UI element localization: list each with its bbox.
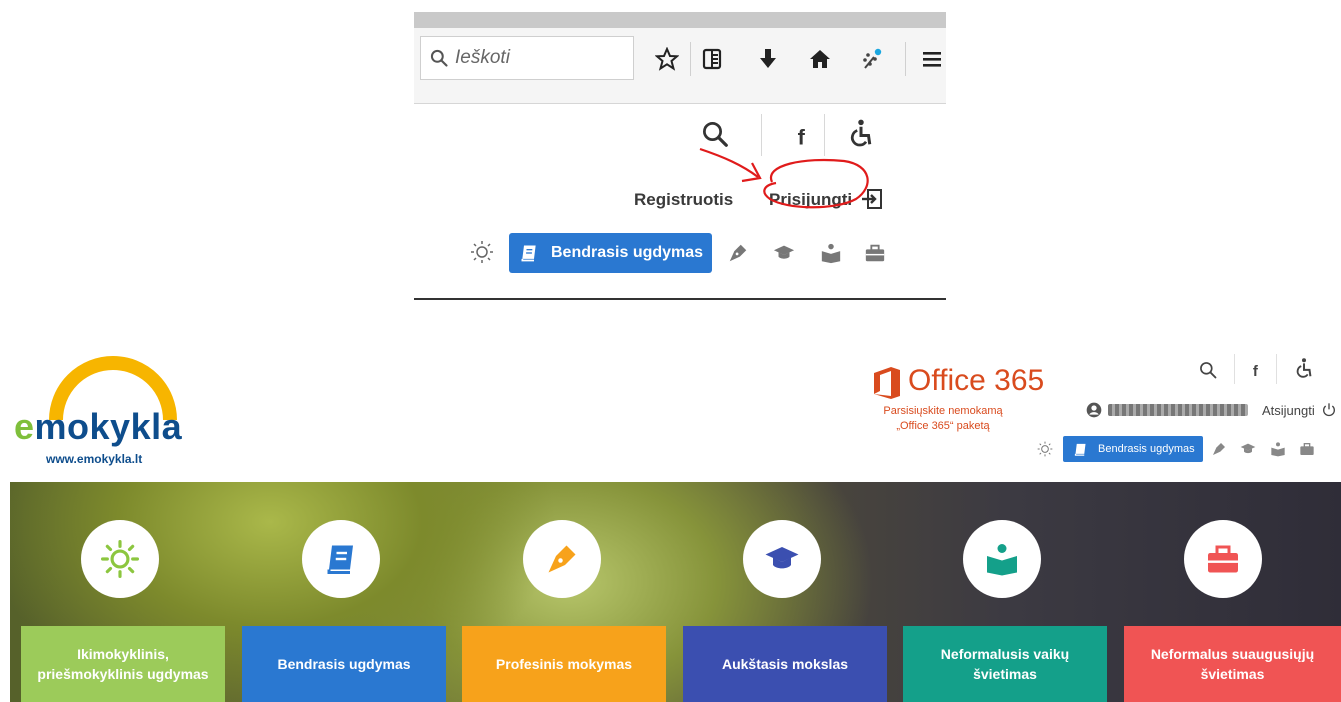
username-redacted bbox=[1108, 404, 1248, 416]
user-row: Atsijungti bbox=[1086, 400, 1337, 420]
browser-search-input[interactable] bbox=[455, 47, 615, 69]
section-tile-higher[interactable]: Aukštasis mokslas bbox=[683, 626, 887, 702]
toolbar-divider bbox=[905, 42, 906, 76]
graduation-cap-icon bbox=[765, 547, 799, 569]
annotation-circle-arrow bbox=[699, 147, 869, 209]
svg-text:f: f bbox=[798, 125, 806, 149]
sun-icon[interactable] bbox=[469, 240, 495, 264]
section-circle-higher[interactable] bbox=[743, 520, 821, 598]
sun-icon[interactable] bbox=[1036, 440, 1054, 458]
accessibility-icon[interactable] bbox=[1292, 356, 1316, 380]
pen-icon[interactable] bbox=[725, 241, 751, 265]
logout-link[interactable]: Atsijungti bbox=[1262, 403, 1315, 418]
sun-icon bbox=[101, 540, 139, 578]
office-name: Office 365 bbox=[908, 364, 1045, 397]
office-subtitle: Parsisiųskite nemokamą „Office 365“ paket… bbox=[883, 405, 1003, 432]
active-section-button[interactable]: Bendrasis ugdymas bbox=[1063, 436, 1203, 462]
power-icon[interactable] bbox=[1321, 402, 1337, 418]
pen-icon bbox=[548, 545, 576, 573]
toolbar-divider bbox=[690, 42, 691, 76]
home-icon[interactable] bbox=[805, 44, 835, 74]
reader-icon[interactable] bbox=[1269, 440, 1287, 458]
user-icon bbox=[1086, 402, 1102, 418]
office365-promo[interactable]: Office 365 Parsisiųskite nemokamą „Office… bbox=[868, 362, 1048, 442]
section-tile-preschool[interactable]: Ikimokyklinis, priešmokyklinis ugdymas bbox=[21, 626, 225, 702]
graduation-cap-icon[interactable] bbox=[771, 241, 797, 265]
search-icon[interactable] bbox=[698, 117, 732, 151]
pen-icon[interactable] bbox=[1210, 440, 1228, 458]
hero-banner: Ikimokyklinis, priešmokyklinis ugdymas Be… bbox=[10, 482, 1341, 702]
browser-zoom-crop: f Registruotis Prisijungti Bendrasis ugd… bbox=[414, 12, 946, 300]
menu-icon[interactable] bbox=[917, 44, 947, 74]
office-logo-icon bbox=[874, 367, 900, 399]
graduation-cap-icon[interactable] bbox=[1239, 440, 1257, 458]
briefcase-icon[interactable] bbox=[862, 241, 888, 265]
browser-search-box[interactable] bbox=[420, 36, 634, 80]
reader-icon[interactable] bbox=[818, 241, 844, 265]
section-tile-nonformal-children[interactable]: Neformalusis vaikų švietimas bbox=[903, 626, 1107, 702]
reader-icon bbox=[987, 544, 1017, 576]
active-section-button[interactable]: Bendrasis ugdymas bbox=[509, 233, 712, 273]
section-tile-nonformal-adults[interactable]: Neformalus suaugusiųjų švietimas bbox=[1124, 626, 1341, 702]
facebook-icon[interactable]: f bbox=[1245, 358, 1269, 382]
search-icon bbox=[430, 49, 448, 67]
crop-bottom-line bbox=[414, 298, 946, 300]
book-icon bbox=[327, 545, 353, 574]
section-circle-general[interactable] bbox=[302, 520, 380, 598]
active-section-label: Bendrasis ugdymas bbox=[1098, 443, 1195, 455]
briefcase-icon[interactable] bbox=[1298, 440, 1316, 458]
briefcase-icon bbox=[1208, 545, 1238, 573]
accessibility-icon[interactable] bbox=[844, 116, 878, 150]
bookmark-star-icon[interactable] bbox=[652, 44, 682, 74]
section-circle-preschool[interactable] bbox=[81, 520, 159, 598]
icon-divider bbox=[1276, 354, 1277, 384]
section-tile-general[interactable]: Bendrasis ugdymas bbox=[242, 626, 446, 702]
icon-divider bbox=[1234, 354, 1235, 384]
svg-text:f: f bbox=[1253, 363, 1259, 380]
section-tile-vocational[interactable]: Profesinis mokymas bbox=[462, 626, 666, 702]
search-icon[interactable] bbox=[1196, 358, 1220, 382]
book-icon bbox=[1074, 443, 1086, 456]
logo-url: www.emokykla.lt bbox=[46, 452, 143, 466]
active-section-label: Bendrasis ugdymas bbox=[551, 244, 704, 261]
extension-icon[interactable] bbox=[857, 44, 887, 74]
browser-tab-strip bbox=[414, 12, 946, 28]
section-circle-nonformal-children[interactable] bbox=[963, 520, 1041, 598]
emokykla-logo[interactable]: emokykla www.emokykla.lt bbox=[14, 352, 224, 472]
logo-wordmark: emokykla bbox=[14, 406, 183, 447]
download-icon[interactable] bbox=[753, 44, 783, 74]
section-circle-nonformal-adults[interactable] bbox=[1184, 520, 1262, 598]
browser-toolbar bbox=[414, 28, 946, 104]
reading-list-icon[interactable] bbox=[697, 44, 727, 74]
section-circle-vocational[interactable] bbox=[523, 520, 601, 598]
book-icon bbox=[521, 245, 536, 262]
